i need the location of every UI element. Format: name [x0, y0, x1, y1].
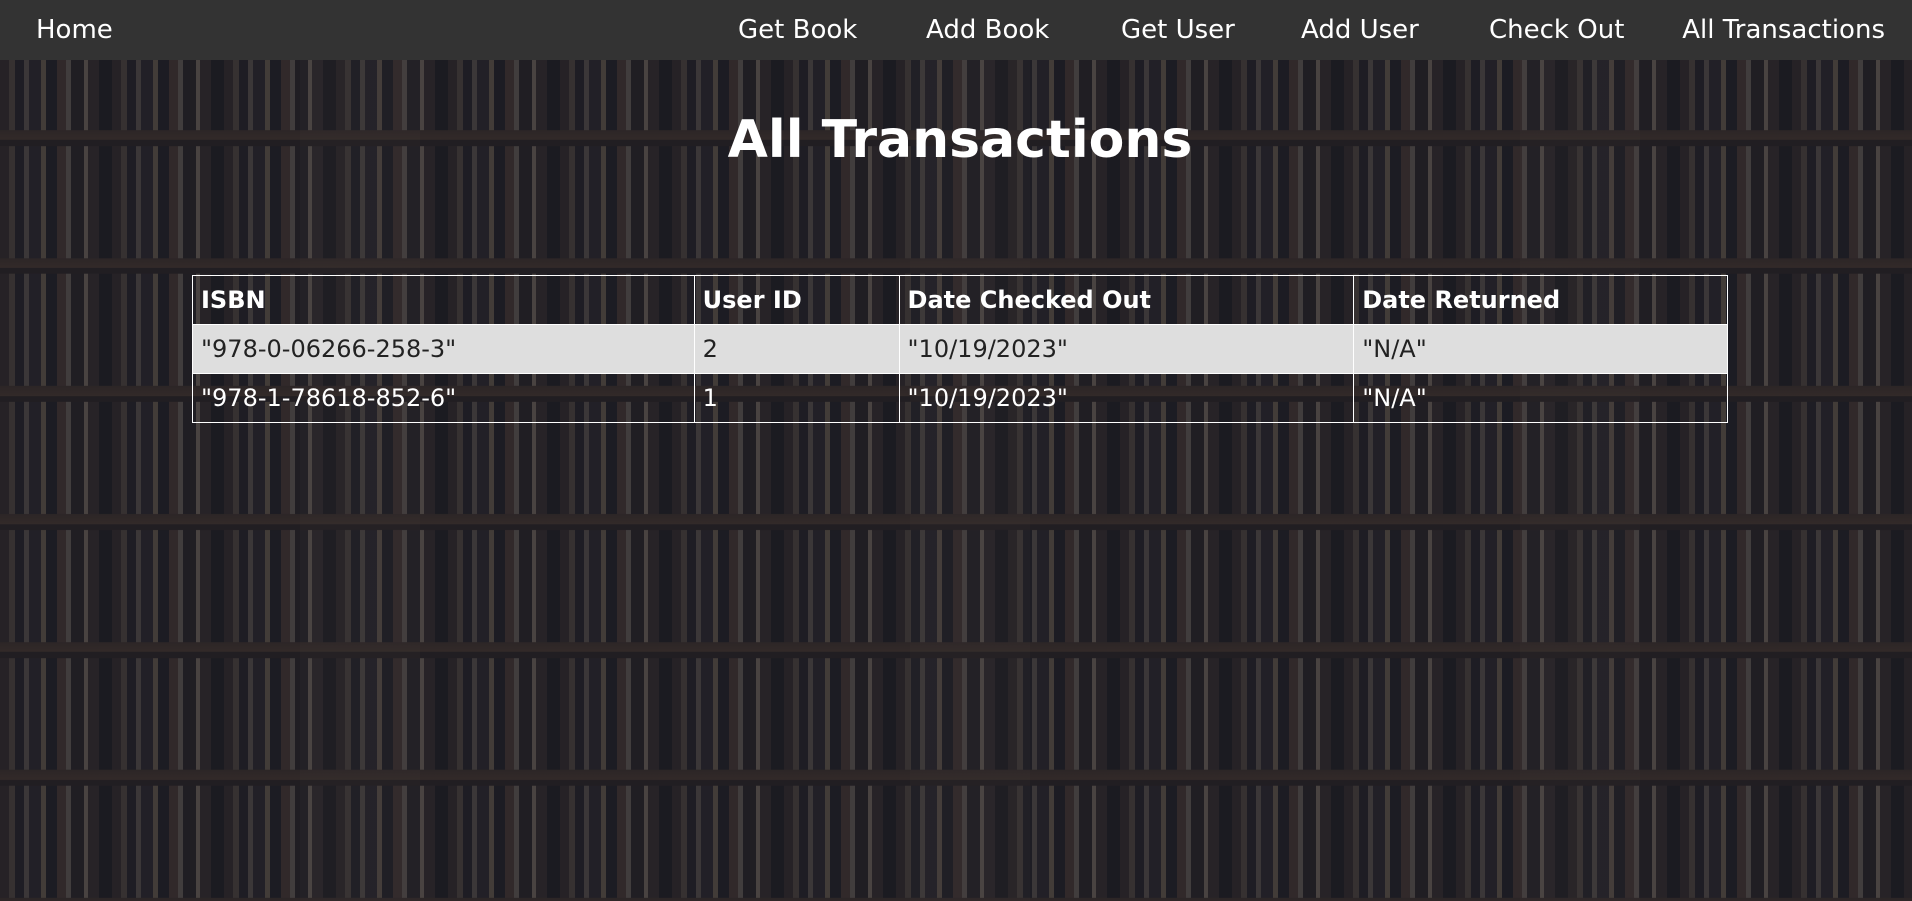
header-date-checked-out: Date Checked Out — [898, 275, 1355, 325]
transactions-table: ISBN User ID Date Checked Out Date Retur… — [192, 275, 1728, 423]
table-row: "978-1-78618-852-6" 1 "10/19/2023" "N/A" — [192, 373, 1728, 423]
cell-date-returned: "N/A" — [1353, 324, 1728, 374]
cell-date-returned: "N/A" — [1353, 373, 1728, 423]
cell-user-id: 2 — [693, 324, 900, 374]
nav-get-book-link[interactable]: Get Book — [738, 0, 857, 60]
nav-add-user-link[interactable]: Add User — [1301, 0, 1419, 60]
cell-isbn: "978-0-06266-258-3" — [192, 324, 695, 374]
nav-add-book-link[interactable]: Add Book — [926, 0, 1049, 60]
table-row: "978-0-06266-258-3" 2 "10/19/2023" "N/A" — [192, 324, 1728, 374]
cell-user-id: 1 — [693, 373, 900, 423]
cell-date-checked-out: "10/19/2023" — [898, 324, 1355, 374]
table-header: ISBN User ID Date Checked Out Date Retur… — [192, 275, 1728, 325]
header-date-returned: Date Returned — [1353, 275, 1728, 325]
nav-home-link[interactable]: Home — [36, 0, 113, 60]
header-isbn: ISBN — [192, 275, 695, 325]
table-body: "978-0-06266-258-3" 2 "10/19/2023" "N/A"… — [192, 324, 1728, 423]
top-navbar: Home Get Book Add Book Get User Add User… — [0, 0, 1912, 60]
header-user-id: User ID — [693, 275, 900, 325]
nav-get-user-link[interactable]: Get User — [1121, 0, 1235, 60]
nav-check-out-link[interactable]: Check Out — [1489, 0, 1624, 60]
nav-all-transactions-link[interactable]: All Transactions — [1682, 0, 1885, 60]
header-row: ISBN User ID Date Checked Out Date Retur… — [192, 275, 1728, 325]
cell-isbn: "978-1-78618-852-6" — [192, 373, 695, 423]
cell-date-checked-out: "10/19/2023" — [898, 373, 1355, 423]
page-title: All Transactions — [727, 110, 1193, 170]
